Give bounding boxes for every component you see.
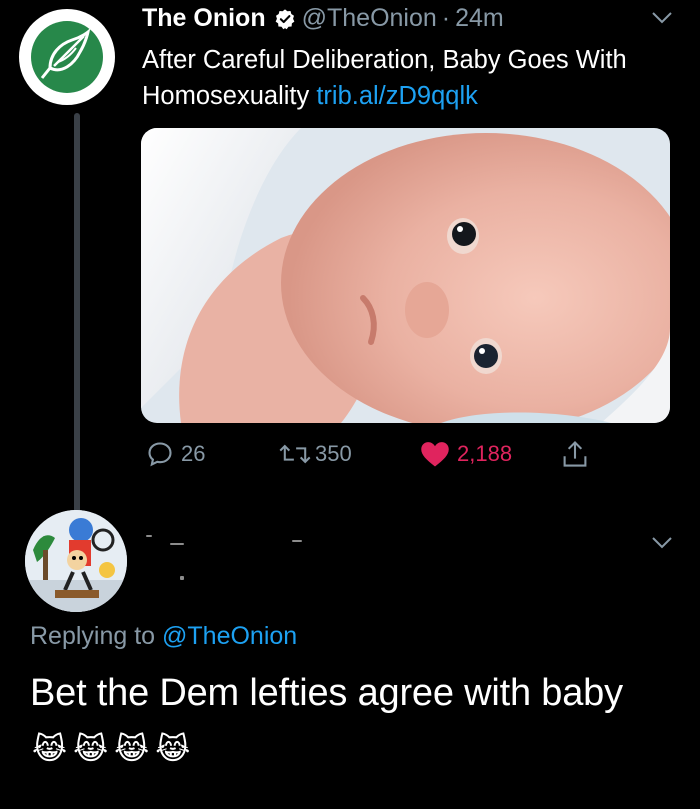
reply-avatar[interactable] bbox=[25, 510, 127, 612]
redacted-mark bbox=[292, 540, 302, 542]
crying-laughing-cat-emoji: 😹 bbox=[155, 733, 191, 766]
share-icon bbox=[563, 440, 587, 467]
thread-line bbox=[74, 113, 80, 513]
tweet-link[interactable]: trib.al/zD9qqlk bbox=[316, 82, 478, 110]
retweet-count: 350 bbox=[315, 441, 352, 466]
baby-photo bbox=[141, 128, 670, 423]
crying-laughing-cat-emoji: 😹 bbox=[73, 733, 109, 766]
retweet-icon bbox=[279, 444, 311, 464]
replying-prefix: Replying to bbox=[30, 622, 156, 650]
reply-count: 26 bbox=[181, 441, 206, 466]
like-count: 2,188 bbox=[457, 441, 513, 466]
tweet-text: After Careful Deliberation, Baby Goes Wi… bbox=[142, 42, 662, 114]
emoji-row: 😹 😹 😹 😹 bbox=[32, 733, 190, 767]
handle[interactable]: @TheOnion bbox=[302, 4, 437, 33]
reply-text: Bet the Dem lefties agree with baby bbox=[30, 672, 623, 714]
cartoon-avatar-image bbox=[25, 510, 127, 612]
reply-bubble-icon bbox=[148, 442, 172, 467]
crying-laughing-cat-emoji: 😹 bbox=[32, 733, 68, 766]
tweet-image[interactable] bbox=[141, 128, 670, 423]
like-action[interactable]: 2,188 bbox=[420, 437, 512, 471]
replying-handle[interactable]: @TheOnion bbox=[162, 622, 297, 650]
onion-logo-icon bbox=[31, 21, 103, 93]
redacted-mark bbox=[146, 535, 152, 537]
timestamp[interactable]: 24m bbox=[455, 4, 504, 33]
redacted-mark bbox=[180, 576, 184, 580]
heart-icon bbox=[421, 442, 449, 467]
display-name[interactable]: The Onion bbox=[142, 4, 266, 33]
verified-badge-icon bbox=[274, 8, 296, 30]
share-action[interactable] bbox=[562, 437, 588, 471]
redacted-mark bbox=[170, 543, 184, 545]
separator: · bbox=[441, 4, 451, 32]
replying-to: Replying to @TheOnion bbox=[30, 622, 297, 651]
crying-laughing-cat-emoji: 😹 bbox=[114, 733, 150, 766]
tweet-header: The Onion @TheOnion · 24m bbox=[142, 4, 504, 33]
chevron-down-icon[interactable] bbox=[650, 10, 674, 31]
onion-avatar[interactable] bbox=[19, 9, 115, 105]
chevron-down-icon[interactable] bbox=[650, 535, 674, 556]
reply-action[interactable]: 26 bbox=[146, 437, 205, 471]
retweet-action[interactable]: 350 bbox=[278, 437, 352, 471]
